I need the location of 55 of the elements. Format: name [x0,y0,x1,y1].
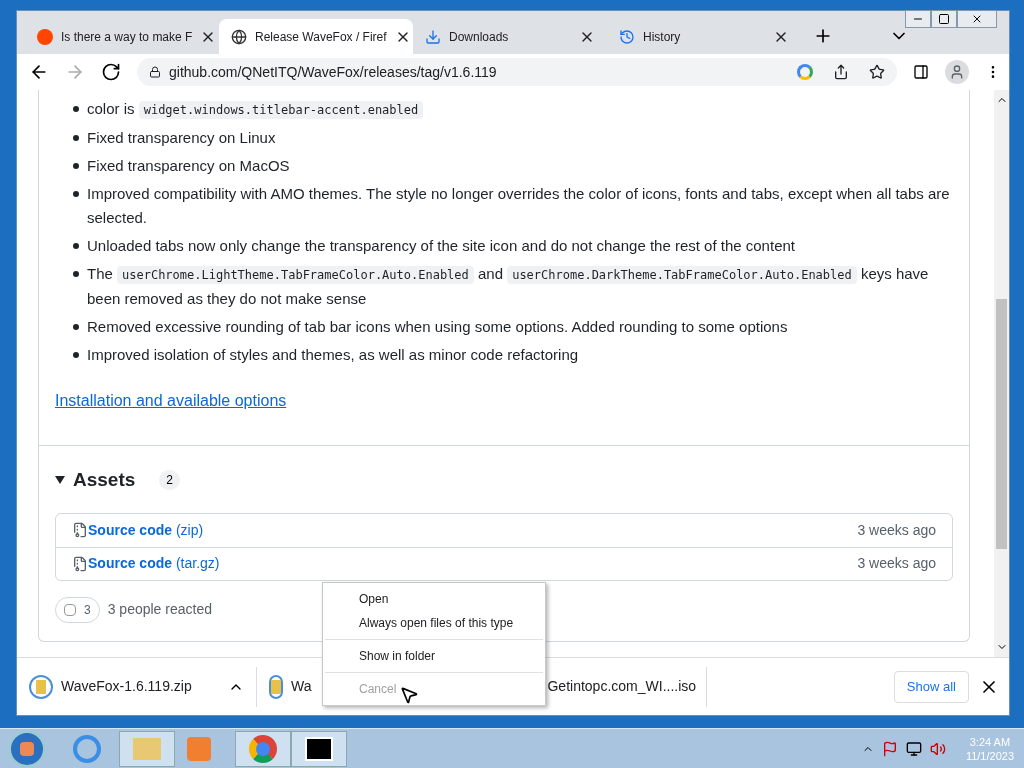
show-all-button[interactable]: Show all [893,670,969,703]
scrollbar[interactable] [994,90,1009,657]
download-filename[interactable]: Getintopc.com_WI....iso [547,676,697,697]
count-badge: 2 [159,470,180,491]
bullet-icon [73,352,79,358]
asset-link[interactable]: Source code (tar.gz) [88,553,220,574]
options-link[interactable]: Installation and available options [55,389,287,413]
browser-tab[interactable]: History [607,19,801,54]
close-icon [971,13,983,25]
bullet-icon [73,191,79,197]
asset-date: 3 weeks ago [857,520,936,540]
bullet-text: Removed excessive rounding of tab bar icons when using some options. Added rounding to some options [87,317,788,337]
browser-tab[interactable]: Is there a way to make F [25,19,219,54]
bullet-text: Fixed transparency on Linux [87,128,276,148]
asset-link[interactable]: Source code (zip) [88,519,204,541]
assets-heading[interactable]: Assets [73,466,136,495]
bullet-text: Unloaded tabs now only change the transparency of the site icon and do not change the rest of the content [87,236,795,256]
asset-date: 3 weeks ago [857,554,936,573]
reactions-text: 3 people reacted [107,600,212,619]
side-panel-icon[interactable] [913,64,929,80]
download-filename[interactable]: Wa [291,676,312,697]
disclosure-triangle-icon[interactable] [55,476,65,485]
start-button[interactable] [9,730,45,767]
download-filename[interactable]: WaveFox-1.6.119.zip [61,676,192,697]
maximize-button[interactable] [931,10,957,28]
network-icon[interactable] [905,740,922,757]
menu-item[interactable]: Always open files of this type [323,611,545,635]
bullet-icon [73,106,79,112]
address-bar[interactable]: github.com/QNetITQ/WaveFox/releases/tag/v1.6.119 [137,58,897,86]
g-logo-icon[interactable] [797,64,813,80]
menu-item[interactable]: Open [323,587,545,611]
globe-icon [231,28,247,45]
browser-tab[interactable]: Release WaveFox / Firef [219,19,413,54]
minimize-button[interactable] [905,10,931,28]
bullet-text: The userChrome.LightTheme.TabFrameColor.Auto.Enabled and userChrome.DarkTheme.TabFrameColor.Auto.Enabled keys have been removed as they do not make sense [87,264,930,309]
bullet-text: Fixed transparency on MacOS [87,156,290,176]
bullet-icon [73,324,79,330]
menu-item[interactable]: Show in folder [323,644,545,668]
bullet-icon [73,135,79,141]
bullet-text: Improved compatibility with AMO themes. The style no longer overrides the color of icons, fonts and tabs, except when all tabs are selected. [87,184,951,228]
share-icon[interactable] [833,64,849,80]
reload-icon[interactable] [101,62,121,82]
history-icon [619,28,635,45]
download-icon [425,28,441,45]
lock-icon [149,66,161,78]
bookmark-star-icon[interactable] [869,64,885,80]
browser-tab[interactable]: Downloads [413,19,607,54]
bullet-icon [73,163,79,169]
maximize-icon [938,13,950,25]
bullet-icon [73,271,79,277]
profile-icon[interactable] [945,60,969,84]
flag-icon[interactable] [881,740,898,757]
bullet-icon [73,243,79,249]
bullet-text: Improved isolation of styles and themes, as well as minor code refactoring [87,345,579,365]
speaker-icon[interactable] [929,740,946,757]
